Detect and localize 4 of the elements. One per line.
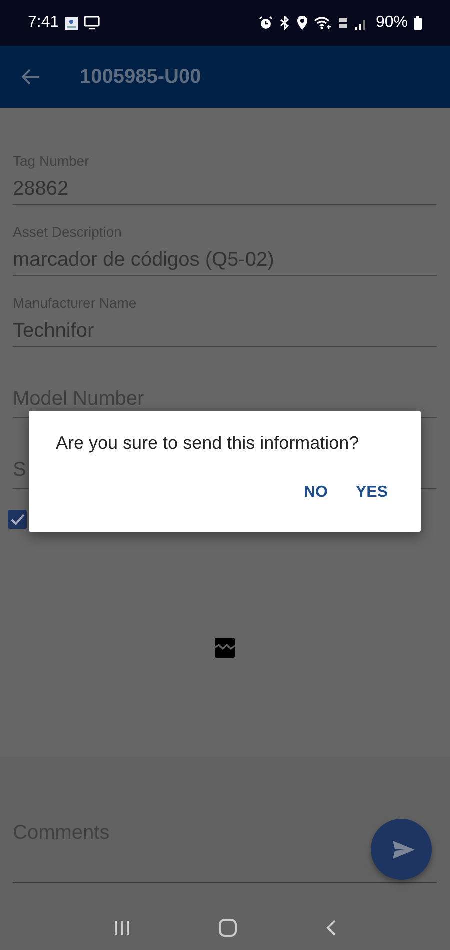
battery-percent: 90% bbox=[376, 14, 408, 32]
app-bar-title: 1005985-U00 bbox=[80, 66, 202, 88]
dialog-message: Are you sure to send this information? bbox=[56, 433, 360, 454]
status-time: 7:41 bbox=[28, 14, 60, 32]
